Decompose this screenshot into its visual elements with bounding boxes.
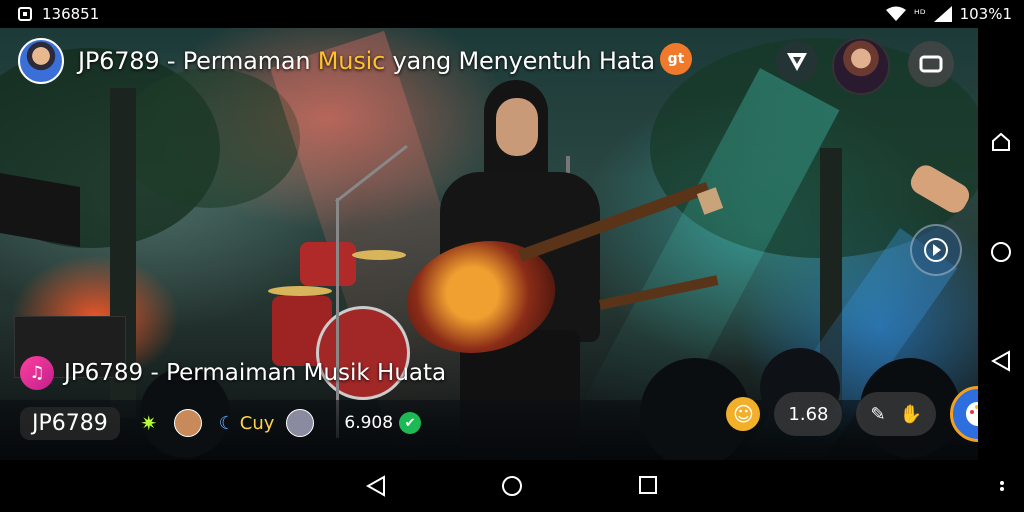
network-label: ᴴᴰ	[914, 7, 926, 21]
channel-name: JP6789	[32, 410, 108, 436]
home-icon	[992, 132, 1010, 151]
navigate-button[interactable]	[910, 224, 962, 276]
hand-icon: ✋	[899, 403, 922, 425]
pin-icon: ✎	[870, 403, 886, 425]
stream-title: JP6789 - Permaman Music yang Menyentuh H…	[78, 47, 655, 75]
side-home-button[interactable]	[978, 132, 1024, 152]
channel-name-chip[interactable]: JP6789	[20, 406, 120, 440]
action-bar: ☺ 1.68 ✎ ✋	[726, 385, 1007, 442]
live-check-icon: ✔	[399, 412, 422, 434]
gift-badge-label: gt	[667, 51, 685, 67]
likes-count: 1.68	[788, 403, 829, 425]
music-note-icon: ♫	[20, 356, 54, 390]
vpn-shield-icon	[787, 53, 807, 71]
screen-cast-icon	[919, 55, 943, 73]
side-navigation	[978, 28, 1024, 460]
stream-header: JP6789 - Permaman Music yang Menyentuh H…	[18, 38, 655, 84]
signal-icon	[933, 6, 952, 22]
compass-icon	[924, 238, 948, 262]
status-bar: 136851 ᴴᴰ 103%1	[0, 0, 1024, 28]
status-time: 136851	[42, 5, 100, 23]
music-subtitle: ♫ JP6789 - Permaiman Musik Huata	[20, 356, 446, 390]
gift-avatar-icon[interactable]	[173, 409, 202, 437]
nav-more-button[interactable]	[998, 475, 1006, 501]
back-icon	[991, 350, 1010, 372]
gift-badge-button[interactable]: gt	[660, 43, 692, 75]
sparkle-icon[interactable]: ✷	[136, 410, 162, 436]
vpn-shield-button[interactable]	[776, 41, 818, 83]
guest-avatar-button[interactable]	[832, 37, 890, 95]
circle-icon	[991, 242, 1011, 262]
bottom-navigation	[0, 460, 1024, 512]
side-back-button[interactable]	[978, 350, 1024, 372]
wifi-icon	[886, 6, 907, 21]
face-emoji-icon[interactable]: ☺	[726, 397, 761, 431]
nav-home-button[interactable]	[501, 475, 523, 501]
tools-button[interactable]: ✎ ✋	[856, 392, 936, 436]
home-icon	[502, 476, 522, 496]
more-icon	[1000, 481, 1004, 491]
gift-label: Cuy	[239, 412, 275, 434]
back-icon	[365, 475, 385, 497]
notification-icon	[18, 7, 32, 21]
viewer-count: 6.908	[344, 413, 394, 433]
music-subtitle-text: JP6789 - Permaiman Musik Huata	[64, 360, 447, 386]
nav-recents-button[interactable]	[638, 475, 658, 499]
battery-level: 103%1	[959, 5, 1012, 23]
likes-counter[interactable]: 1.68	[774, 392, 843, 436]
recents-icon	[639, 476, 657, 494]
moon-icon[interactable]: ☾	[214, 410, 240, 436]
streamer-avatar[interactable]	[18, 38, 64, 84]
screen-cast-button[interactable]	[908, 41, 954, 87]
stream-info-row: JP6789 ✷ ☾ Cuy 6.908 ✔	[20, 404, 422, 442]
nav-back-button[interactable]	[365, 475, 386, 501]
viewer-avatar-icon[interactable]	[286, 409, 315, 437]
side-circle-button[interactable]	[978, 241, 1024, 263]
